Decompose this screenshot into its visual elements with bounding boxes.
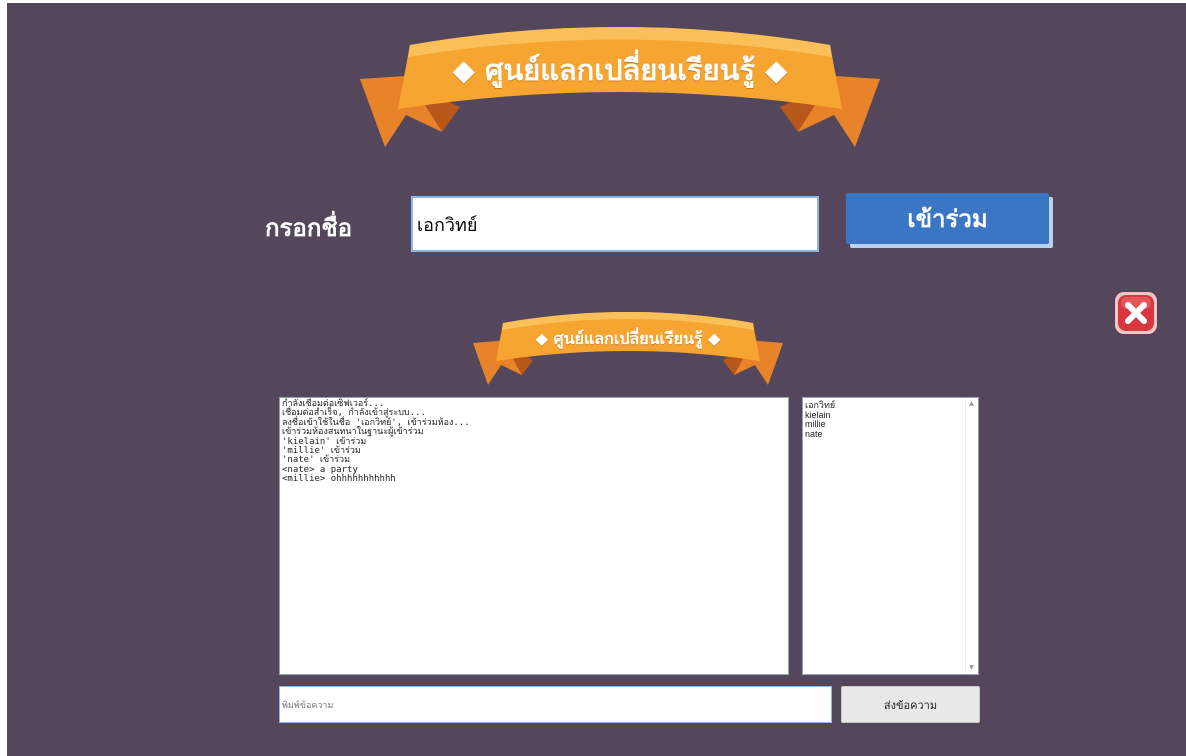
chat-log-line: <millie> ohhhhhhhhhhh: [282, 474, 396, 485]
scroll-up-arrow-icon[interactable]: ▲: [966, 399, 977, 409]
message-input[interactable]: [279, 686, 832, 723]
chat-log[interactable]: กำลังเชื่อมต่อเซิฟเวอร์... เชื่อมต่อสำเร็…: [279, 397, 789, 675]
user-list-item[interactable]: kielain: [805, 410, 976, 421]
banner-title: ◆ ศูนย์แลกเปลี่ยนเรียนรู้ ◆: [452, 53, 788, 87]
name-label: กรอกชื่อ: [265, 214, 353, 242]
close-button[interactable]: [1112, 289, 1160, 337]
close-icon: [1115, 292, 1157, 334]
chat-log-line: 'millie' เข้าร่วม: [282, 446, 361, 457]
chat-banner-title: ◆ ศูนย์แลกเปลี่ยนเรียนรู้ ◆: [535, 329, 721, 348]
chat-banner: ◆ ศูนย์แลกเปลี่ยนเรียนรู้ ◆: [467, 305, 789, 391]
scroll-down-arrow-icon[interactable]: ▼: [966, 663, 977, 673]
user-list-item[interactable]: nate: [805, 429, 976, 440]
user-list[interactable]: เอกวิทย์ kielain millie nate ▲ ▼: [802, 397, 979, 675]
name-input[interactable]: [411, 196, 819, 252]
user-list-scrollbar[interactable]: ▲ ▼: [965, 399, 977, 673]
user-list-item[interactable]: เอกวิทย์: [805, 400, 976, 411]
user-list-item[interactable]: millie: [805, 419, 976, 430]
user-items: เอกวิทย์ kielain millie nate: [805, 400, 976, 440]
join-button[interactable]: เข้าร่วม: [846, 193, 1049, 244]
top-banner: ◆ ศูนย์แลกเปลี่ยนเรียนรู้ ◆: [350, 17, 890, 157]
app-window: ◆ ศูนย์แลกเปลี่ยนเรียนรู้ ◆ กรอกชื่อ เข้…: [7, 3, 1186, 756]
send-button[interactable]: ส่งข้อความ: [841, 686, 980, 723]
